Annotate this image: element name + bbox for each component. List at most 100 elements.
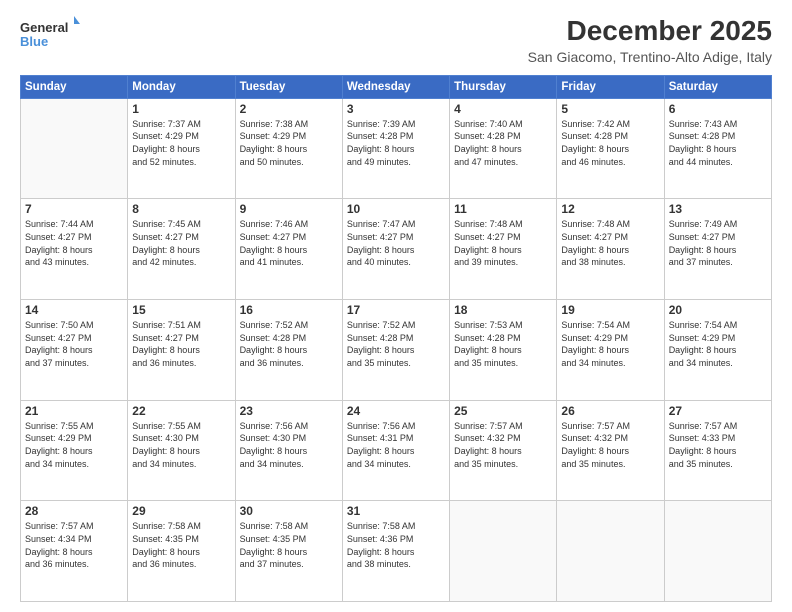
day-number: 12 xyxy=(561,202,659,216)
cell-info: Sunrise: 7:54 AM Sunset: 4:29 PM Dayligh… xyxy=(669,319,767,369)
day-number: 8 xyxy=(132,202,230,216)
cell-info: Sunrise: 7:37 AM Sunset: 4:29 PM Dayligh… xyxy=(132,118,230,168)
calendar-cell: 16Sunrise: 7:52 AM Sunset: 4:28 PM Dayli… xyxy=(235,300,342,401)
calendar-cell: 23 Sunrise: 7:56 AM Sunset: 4:30 PM Dayli… xyxy=(235,400,342,501)
week-row-5: 28 Sunrise: 7:57 AM Sunset: 4:34 PM Dayli… xyxy=(21,501,772,602)
calendar-table: Sunday Monday Tuesday Wednesday Thursday… xyxy=(20,75,772,602)
cell-info: Sunrise: 7:49 AM Sunset: 4:27 PM Dayligh… xyxy=(669,218,767,268)
cell-info: Sunrise: 7:58 AM Sunset: 4:35 PM Dayligh… xyxy=(240,520,338,570)
day-number: 25 xyxy=(454,404,552,418)
day-number: 18 xyxy=(454,303,552,317)
calendar-cell: 14 Sunrise: 7:50 AM Sunset: 4:27 PM Dayli… xyxy=(21,300,128,401)
cell-info: Sunrise: 7:57 AM Sunset: 4:33 PM Dayligh… xyxy=(669,420,767,470)
day-number: 13 xyxy=(669,202,767,216)
cell-info: Sunrise: 7:50 AM Sunset: 4:27 PM Dayligh… xyxy=(25,319,123,369)
calendar-cell: 8Sunrise: 7:45 AM Sunset: 4:27 PM Daylig… xyxy=(128,199,235,300)
day-number: 9 xyxy=(240,202,338,216)
col-tuesday: Tuesday xyxy=(235,75,342,98)
day-number: 11 xyxy=(454,202,552,216)
calendar-cell: 13 Sunrise: 7:49 AM Sunset: 4:27 PM Dayli… xyxy=(664,199,771,300)
calendar-cell: 28 Sunrise: 7:57 AM Sunset: 4:34 PM Dayli… xyxy=(21,501,128,602)
calendar-cell xyxy=(557,501,664,602)
calendar-cell: 7 Sunrise: 7:44 AM Sunset: 4:27 PM Daylig… xyxy=(21,199,128,300)
day-number: 1 xyxy=(132,102,230,116)
cell-info: Sunrise: 7:42 AM Sunset: 4:28 PM Dayligh… xyxy=(561,118,659,168)
calendar-cell: 2Sunrise: 7:38 AM Sunset: 4:29 PM Daylig… xyxy=(235,98,342,199)
calendar-cell: 11 Sunrise: 7:48 AM Sunset: 4:27 PM Dayli… xyxy=(450,199,557,300)
day-number: 21 xyxy=(25,404,123,418)
calendar-cell: 5 Sunrise: 7:42 AM Sunset: 4:28 PM Daylig… xyxy=(557,98,664,199)
calendar-cell: 9 Sunrise: 7:46 AM Sunset: 4:27 PM Daylig… xyxy=(235,199,342,300)
day-number: 16 xyxy=(240,303,338,317)
cell-info: Sunrise: 7:54 AM Sunset: 4:29 PM Dayligh… xyxy=(561,319,659,369)
logo: General Blue xyxy=(20,16,80,56)
week-row-3: 14 Sunrise: 7:50 AM Sunset: 4:27 PM Dayli… xyxy=(21,300,772,401)
day-number: 30 xyxy=(240,504,338,518)
cell-info: Sunrise: 7:46 AM Sunset: 4:27 PM Dayligh… xyxy=(240,218,338,268)
calendar-cell: 31 Sunrise: 7:58 AM Sunset: 4:36 PM Dayli… xyxy=(342,501,449,602)
calendar-cell: 18Sunrise: 7:53 AM Sunset: 4:28 PM Dayli… xyxy=(450,300,557,401)
cell-info: Sunrise: 7:58 AM Sunset: 4:36 PM Dayligh… xyxy=(347,520,445,570)
page-title: December 2025 xyxy=(528,16,772,47)
col-saturday: Saturday xyxy=(664,75,771,98)
calendar-cell: 1 Sunrise: 7:37 AM Sunset: 4:29 PM Daylig… xyxy=(128,98,235,199)
day-number: 10 xyxy=(347,202,445,216)
day-number: 22 xyxy=(132,404,230,418)
day-number: 15 xyxy=(132,303,230,317)
calendar-cell: 30 Sunrise: 7:58 AM Sunset: 4:35 PM Dayli… xyxy=(235,501,342,602)
cell-info: Sunrise: 7:48 AM Sunset: 4:27 PM Dayligh… xyxy=(454,218,552,268)
col-sunday: Sunday xyxy=(21,75,128,98)
calendar-cell: 12Sunrise: 7:48 AM Sunset: 4:27 PM Dayli… xyxy=(557,199,664,300)
col-monday: Monday xyxy=(128,75,235,98)
day-number: 27 xyxy=(669,404,767,418)
calendar-cell: 22 Sunrise: 7:55 AM Sunset: 4:30 PM Dayli… xyxy=(128,400,235,501)
calendar-cell: 17 Sunrise: 7:52 AM Sunset: 4:28 PM Dayli… xyxy=(342,300,449,401)
svg-text:Blue: Blue xyxy=(20,34,48,49)
cell-info: Sunrise: 7:55 AM Sunset: 4:29 PM Dayligh… xyxy=(25,420,123,470)
cell-info: Sunrise: 7:47 AM Sunset: 4:27 PM Dayligh… xyxy=(347,218,445,268)
cell-info: Sunrise: 7:55 AM Sunset: 4:30 PM Dayligh… xyxy=(132,420,230,470)
page-subtitle: San Giacomo, Trentino-Alto Adige, Italy xyxy=(528,49,772,65)
day-number: 14 xyxy=(25,303,123,317)
calendar-cell: 24Sunrise: 7:56 AM Sunset: 4:31 PM Dayli… xyxy=(342,400,449,501)
calendar-cell: 15 Sunrise: 7:51 AM Sunset: 4:27 PM Dayli… xyxy=(128,300,235,401)
calendar-cell: 20 Sunrise: 7:54 AM Sunset: 4:29 PM Dayli… xyxy=(664,300,771,401)
calendar-cell: 10 Sunrise: 7:47 AM Sunset: 4:27 PM Dayli… xyxy=(342,199,449,300)
calendar-header-row: Sunday Monday Tuesday Wednesday Thursday… xyxy=(21,75,772,98)
day-number: 26 xyxy=(561,404,659,418)
cell-info: Sunrise: 7:44 AM Sunset: 4:27 PM Dayligh… xyxy=(25,218,123,268)
cell-info: Sunrise: 7:52 AM Sunset: 4:28 PM Dayligh… xyxy=(347,319,445,369)
cell-info: Sunrise: 7:56 AM Sunset: 4:30 PM Dayligh… xyxy=(240,420,338,470)
day-number: 23 xyxy=(240,404,338,418)
calendar-cell xyxy=(664,501,771,602)
day-number: 28 xyxy=(25,504,123,518)
day-number: 31 xyxy=(347,504,445,518)
cell-info: Sunrise: 7:57 AM Sunset: 4:34 PM Dayligh… xyxy=(25,520,123,570)
day-number: 5 xyxy=(561,102,659,116)
calendar-cell: 19 Sunrise: 7:54 AM Sunset: 4:29 PM Dayli… xyxy=(557,300,664,401)
cell-info: Sunrise: 7:40 AM Sunset: 4:28 PM Dayligh… xyxy=(454,118,552,168)
title-block: December 2025 San Giacomo, Trentino-Alto… xyxy=(528,16,772,65)
cell-info: Sunrise: 7:51 AM Sunset: 4:27 PM Dayligh… xyxy=(132,319,230,369)
day-number: 3 xyxy=(347,102,445,116)
day-number: 6 xyxy=(669,102,767,116)
week-row-4: 21 Sunrise: 7:55 AM Sunset: 4:29 PM Dayli… xyxy=(21,400,772,501)
logo-svg: General Blue xyxy=(20,16,80,56)
col-thursday: Thursday xyxy=(450,75,557,98)
day-number: 17 xyxy=(347,303,445,317)
calendar-cell xyxy=(450,501,557,602)
cell-info: Sunrise: 7:56 AM Sunset: 4:31 PM Dayligh… xyxy=(347,420,445,470)
day-number: 19 xyxy=(561,303,659,317)
calendar-cell: 26Sunrise: 7:57 AM Sunset: 4:32 PM Dayli… xyxy=(557,400,664,501)
col-friday: Friday xyxy=(557,75,664,98)
day-number: 7 xyxy=(25,202,123,216)
calendar-cell: 21 Sunrise: 7:55 AM Sunset: 4:29 PM Dayli… xyxy=(21,400,128,501)
day-number: 20 xyxy=(669,303,767,317)
calendar-cell: 29Sunrise: 7:58 AM Sunset: 4:35 PM Dayli… xyxy=(128,501,235,602)
svg-text:General: General xyxy=(20,20,68,35)
week-row-1: 1 Sunrise: 7:37 AM Sunset: 4:29 PM Daylig… xyxy=(21,98,772,199)
calendar-cell: 6Sunrise: 7:43 AM Sunset: 4:28 PM Daylig… xyxy=(664,98,771,199)
page: General Blue December 2025 San Giacomo, … xyxy=(0,0,792,612)
cell-info: Sunrise: 7:38 AM Sunset: 4:29 PM Dayligh… xyxy=(240,118,338,168)
cell-info: Sunrise: 7:57 AM Sunset: 4:32 PM Dayligh… xyxy=(454,420,552,470)
